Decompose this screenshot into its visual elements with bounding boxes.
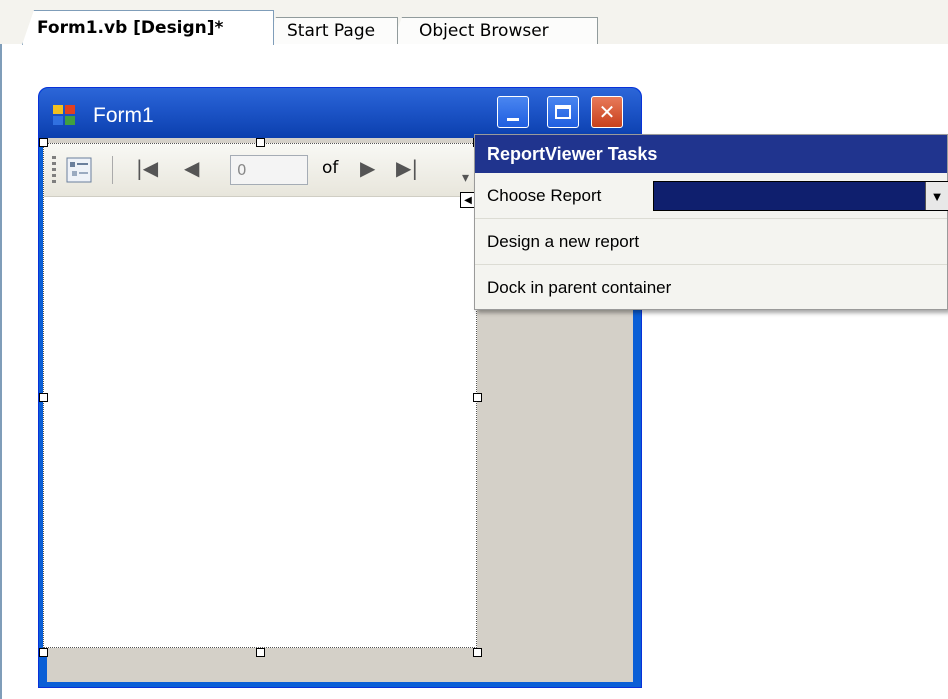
first-page-icon[interactable]: |◀ [136, 156, 158, 180]
tab-form1-design-label: Form1.vb [Design]* [37, 18, 224, 38]
tasks-panel-header: ReportViewer Tasks [475, 135, 947, 173]
maximize-icon [555, 105, 571, 119]
resize-handle-tl[interactable] [39, 138, 48, 147]
choose-report-label: Choose Report [487, 185, 602, 205]
document-tabstrip: Object Browser Start Page Form1.vb [Desi… [0, 0, 948, 45]
resize-handle-r[interactable] [473, 393, 482, 402]
next-page-icon[interactable]: ▶ [360, 156, 375, 180]
tab-object-browser[interactable]: Object Browser [392, 17, 598, 44]
choose-report-combobox[interactable]: ▼ [653, 181, 948, 211]
form-icon [53, 105, 75, 125]
choose-report-row: Choose Report ▼ [475, 173, 948, 219]
tab-start-page[interactable]: Start Page [266, 17, 398, 44]
report-viewer-control[interactable]: |◀ ◀ 0 of ▶ ▶| ▾ ◀ [43, 143, 477, 648]
report-viewer-toolbar: |◀ ◀ 0 of ▶ ▶| ▾ [44, 144, 476, 197]
minimize-icon [507, 117, 519, 121]
toolbar-grip-icon[interactable] [52, 156, 56, 184]
close-icon: ✕ [598, 100, 616, 124]
current-page-value: 0 [237, 161, 247, 179]
resize-handle-t[interactable] [256, 138, 265, 147]
dock-in-parent-link[interactable]: Dock in parent container [475, 265, 947, 310]
design-new-report-link[interactable]: Design a new report [475, 219, 947, 265]
form-title: Form1 [93, 104, 154, 127]
last-page-icon[interactable]: ▶| [396, 156, 418, 180]
page-of-label: of [322, 158, 339, 178]
document-map-icon[interactable] [66, 157, 92, 183]
close-button[interactable]: ✕ [591, 96, 623, 128]
current-page-input[interactable]: 0 [230, 155, 308, 185]
minimize-button[interactable] [497, 96, 529, 128]
tab-start-page-label: Start Page [287, 21, 376, 41]
resize-handle-l[interactable] [39, 393, 48, 402]
tab-form1-design[interactable]: Form1.vb [Design]* [22, 10, 274, 45]
toolbar-overflow-icon[interactable]: ▾ [462, 170, 469, 186]
chevron-down-icon[interactable]: ▼ [925, 182, 948, 210]
resize-handle-b[interactable] [256, 648, 265, 657]
reportviewer-tasks-panel: ReportViewer Tasks Choose Report ▼ Desig… [474, 134, 948, 310]
tab-object-browser-label: Object Browser [419, 21, 549, 41]
resize-handle-br[interactable] [473, 648, 482, 657]
form-titlebar[interactable]: Form1 ✕ [39, 88, 641, 138]
toolbar-separator [112, 156, 113, 184]
maximize-button[interactable] [547, 96, 579, 128]
resize-handle-bl[interactable] [39, 648, 48, 657]
previous-page-icon[interactable]: ◀ [184, 156, 199, 180]
